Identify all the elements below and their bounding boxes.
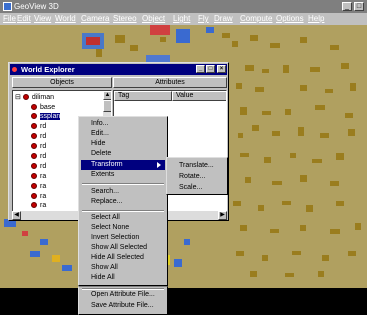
context-menu-tail: Open Attribute File... Save Attribute Fi…	[78, 286, 168, 315]
menu-item-hide-all-selected[interactable]: Hide All Selected	[81, 253, 175, 263]
object-icon	[31, 193, 37, 199]
menu-item-transform-label: Transform	[91, 161, 123, 168]
scroll-thumb[interactable]	[103, 100, 111, 112]
menu-help[interactable]: Help	[308, 14, 324, 24]
objects-tab[interactable]: Objects	[12, 77, 112, 88]
menu-item-replace[interactable]: Replace...	[81, 197, 175, 207]
scroll-right-icon[interactable]: ▶	[218, 211, 227, 220]
menu-draw[interactable]: Draw	[214, 14, 233, 24]
menu-item-show-all[interactable]: Show All	[81, 263, 175, 273]
object-icon	[31, 133, 37, 139]
menu-item-select-all[interactable]: Select All	[81, 213, 175, 223]
col-value-header[interactable]: Value	[172, 91, 226, 101]
menu-separator	[82, 183, 164, 185]
tree-node-selected[interactable]: ssplan	[31, 112, 61, 121]
menu-edit[interactable]: Edit	[17, 14, 31, 24]
tree-node-label: diliman	[31, 94, 55, 101]
minimize-button[interactable]: _	[342, 2, 352, 11]
tree-node[interactable]: ra	[31, 182, 46, 191]
menu-light[interactable]: Light	[173, 14, 190, 24]
collapse-icon[interactable]: ⊟	[15, 94, 21, 101]
menu-file[interactable]: File	[3, 14, 16, 24]
tree-node-label: rd	[40, 123, 47, 130]
menubar: File Edit View World Camera Stereo Objec…	[0, 13, 367, 25]
menu-item-hide[interactable]: Hide	[81, 139, 175, 149]
tree-node[interactable]: ra	[31, 172, 46, 181]
menu-item-invert-selection[interactable]: Invert Selection	[81, 233, 175, 243]
tree-node[interactable]: ra	[31, 201, 46, 210]
tree-node[interactable]: rd	[31, 162, 46, 171]
menu-stereo[interactable]: Stereo	[113, 14, 137, 24]
tree-node-label: ra	[40, 202, 47, 209]
attributes-tab[interactable]: Attributes	[113, 77, 227, 88]
object-icon	[31, 153, 37, 159]
object-icon	[31, 202, 37, 208]
object-icon	[31, 113, 37, 119]
tree-node-label: rd	[40, 153, 47, 160]
menu-item-delete[interactable]: Delete	[81, 149, 175, 159]
tree-node-label: rd	[40, 163, 47, 170]
scroll-left-icon[interactable]: ◀	[12, 211, 21, 220]
menu-world[interactable]: World	[55, 14, 76, 24]
tree-node[interactable]: rd	[31, 152, 46, 161]
object-icon	[31, 173, 37, 179]
menu-item-hide-all[interactable]: Hide All	[81, 273, 175, 283]
app-icon	[3, 2, 12, 11]
explorer-icon	[12, 67, 17, 72]
submenu-arrow-icon	[157, 162, 161, 168]
menu-camera[interactable]: Camera	[81, 14, 109, 24]
menu-item-save-attribute-file[interactable]: Save Attribute File...	[81, 301, 175, 311]
bottom-area	[0, 288, 367, 315]
tree-node-label: ra	[40, 183, 47, 190]
tree-node-label: ra	[40, 173, 47, 180]
menu-item-info[interactable]: Info...	[81, 119, 175, 129]
explorer-close-button[interactable]: ×	[217, 65, 226, 73]
explorer-minimize-button[interactable]: _	[196, 65, 205, 73]
menu-item-open-attribute-file[interactable]: Open Attribute File...	[81, 290, 175, 300]
tree-node-label: ra	[40, 193, 47, 200]
menu-item-extents[interactable]: Extents	[81, 170, 175, 180]
menu-item-translate[interactable]: Translate...	[169, 161, 225, 171]
transform-submenu: Translate... Rotate... Scale...	[166, 157, 228, 195]
tree-node[interactable]: rd	[31, 122, 46, 131]
tree-node-label: rd	[40, 133, 47, 140]
object-icon	[31, 163, 37, 169]
tree-node-root[interactable]: ⊟ diliman	[15, 93, 54, 102]
menu-item-select-none[interactable]: Select None	[81, 223, 175, 233]
context-menu: Info... Edit... Hide Delete Transform Ex…	[78, 116, 168, 286]
explorer-titlebar: World Explorer _ □ ×	[10, 64, 227, 75]
menu-view[interactable]: View	[34, 14, 51, 24]
menu-item-show-all-selected[interactable]: Show All Selected	[81, 243, 175, 253]
menu-fly[interactable]: Fly	[198, 14, 209, 24]
scroll-up-icon[interactable]: ▲	[103, 91, 111, 100]
menu-item-scale[interactable]: Scale...	[169, 183, 225, 193]
col-tag-header[interactable]: Tag	[114, 91, 172, 101]
menu-item-search[interactable]: Search...	[81, 187, 175, 197]
tree-node[interactable]: rd	[31, 142, 46, 151]
maximize-button[interactable]: □	[354, 2, 364, 11]
menu-compute[interactable]: Compute	[240, 14, 272, 24]
tree-node-label: base	[40, 104, 56, 111]
object-icon	[22, 94, 29, 100]
object-icon	[31, 143, 37, 149]
object-icon	[31, 183, 37, 189]
app-title: GeoView 3D	[14, 2, 59, 11]
tree-node[interactable]: ra	[31, 192, 46, 201]
app-titlebar: GeoView 3D _ □	[0, 0, 367, 13]
tree-node[interactable]: rd	[31, 132, 46, 141]
menu-options[interactable]: Options	[276, 14, 304, 24]
tree-node-label: ssplan	[40, 113, 61, 120]
menu-object[interactable]: Object	[142, 14, 165, 24]
object-icon	[31, 104, 37, 110]
tree-node[interactable]: base	[31, 103, 55, 112]
menu-separator	[82, 210, 164, 212]
explorer-title: World Explorer	[21, 65, 75, 74]
object-icon	[31, 123, 37, 129]
menu-item-edit[interactable]: Edit...	[81, 129, 175, 139]
tree-node-label: rd	[40, 143, 47, 150]
menu-item-rotate[interactable]: Rotate...	[169, 172, 225, 182]
explorer-maximize-button[interactable]: □	[206, 65, 215, 73]
menu-item-transform[interactable]: Transform	[81, 160, 165, 170]
